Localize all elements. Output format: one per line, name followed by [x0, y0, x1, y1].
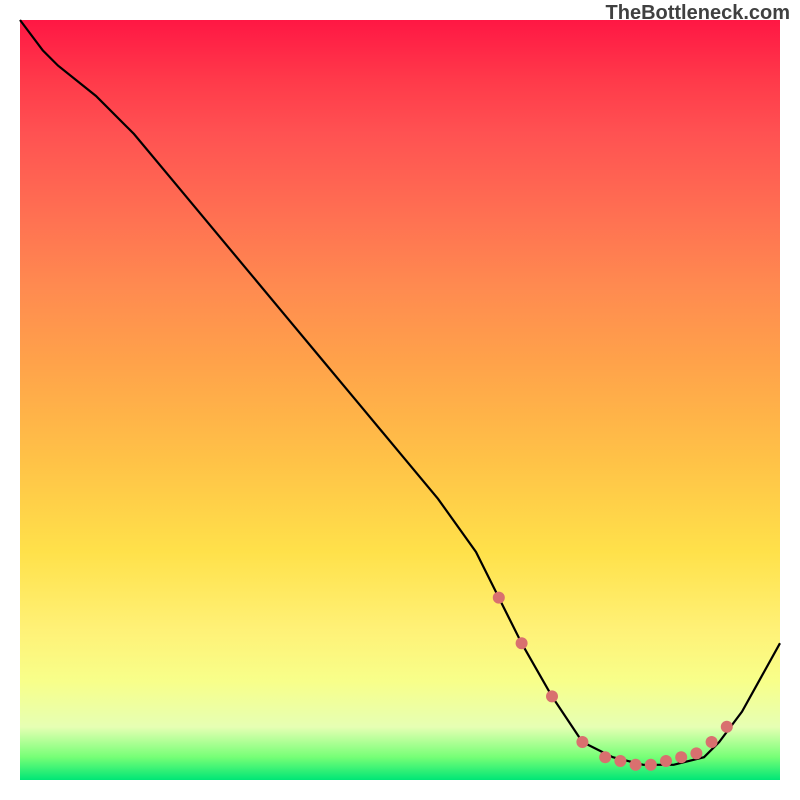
- highlight-dot: [546, 690, 558, 702]
- attribution-label: TheBottleneck.com: [606, 2, 790, 25]
- highlight-dot: [675, 751, 687, 763]
- highlight-dot: [721, 721, 733, 733]
- chart-svg: [20, 20, 780, 780]
- highlight-dot: [645, 759, 657, 771]
- highlight-dot: [614, 755, 626, 767]
- highlight-dot: [630, 759, 642, 771]
- highlight-dot: [660, 755, 672, 767]
- highlight-dot: [690, 747, 702, 759]
- highlight-dots: [493, 592, 733, 771]
- chart-container: TheBottleneck.com: [0, 0, 800, 800]
- plot-area: [20, 20, 780, 780]
- bottleneck-curve: [20, 20, 780, 765]
- highlight-dot: [706, 736, 718, 748]
- highlight-dot: [576, 736, 588, 748]
- highlight-dot: [493, 592, 505, 604]
- highlight-dot: [599, 751, 611, 763]
- highlight-dot: [516, 637, 528, 649]
